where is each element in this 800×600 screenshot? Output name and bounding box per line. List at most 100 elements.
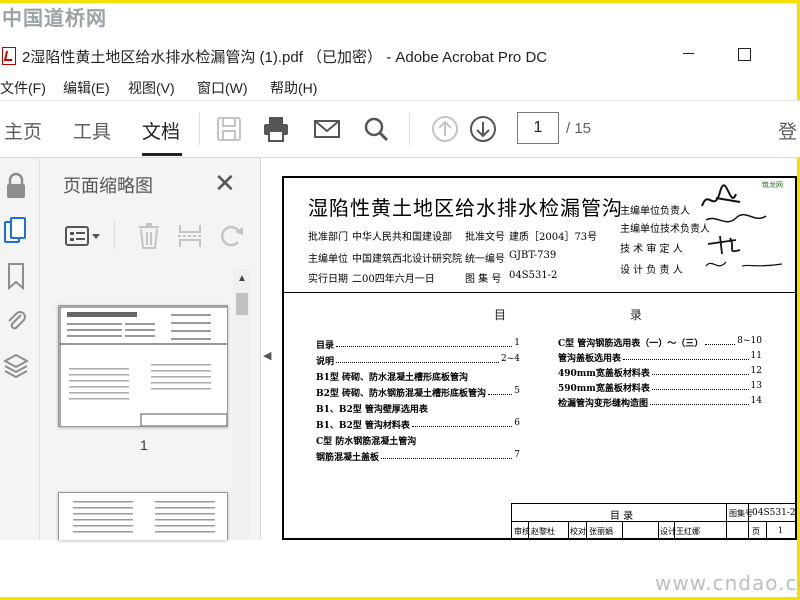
toc-entry-name: C型 管沟钢筋选用表（一）～（三） bbox=[558, 339, 704, 349]
search-icon[interactable] bbox=[362, 115, 390, 143]
app-window: 中国道桥网 2湿陷性黄土地区给水排水检漏管沟 (1).pdf （已加密） - A… bbox=[0, 0, 800, 600]
toc-entry-page: 8~10 bbox=[737, 336, 762, 346]
page-number-input[interactable]: 1 bbox=[517, 112, 559, 144]
menu-help[interactable]: 帮助(H) bbox=[270, 78, 317, 98]
role-label: 设 计 负 责 人 bbox=[620, 265, 683, 276]
toc-entry: B1型 砖砌、防水混凝土槽形底板管沟 bbox=[316, 370, 468, 383]
role-label: 主编单位负责人 bbox=[620, 206, 690, 217]
title-block-label: 图集号 bbox=[729, 509, 753, 518]
meta-value: 中华人民共和国建设部 bbox=[352, 232, 452, 243]
toc-entry: 490mm宽盖板材料表 bbox=[558, 366, 650, 379]
thumbnail-options-icon[interactable] bbox=[64, 224, 102, 248]
toc-entry-page: 13 bbox=[750, 381, 762, 391]
rule-line bbox=[284, 292, 795, 293]
tab-home[interactable]: 主页 bbox=[4, 117, 42, 144]
tab-tools[interactable]: 工具 bbox=[73, 117, 111, 144]
toc-entry-name: 490mm宽盖板材料表 bbox=[558, 369, 650, 379]
active-tab-indicator bbox=[142, 153, 182, 156]
maximize-button[interactable] bbox=[738, 48, 751, 61]
lock-icon[interactable] bbox=[3, 172, 29, 200]
toc-entry: C型 管沟钢筋选用表（一）～（三） bbox=[558, 336, 703, 349]
title-bar: 2湿陷性黄土地区给水排水检漏管沟 (1).pdf （已加密） - Adobe A… bbox=[0, 36, 800, 76]
meta-value: 建质［2004］73号 bbox=[509, 232, 598, 243]
title-block-value: 赵黎杜 bbox=[531, 527, 555, 536]
toc-entry-name: B1、B2型 管沟壁厚选用表 bbox=[316, 405, 428, 415]
thumbnails-scrollbar[interactable]: ▲ bbox=[233, 269, 251, 540]
rotate-icon[interactable] bbox=[218, 222, 246, 250]
role-label: 技 术 审 定 人 bbox=[620, 244, 683, 255]
toc-entry: B2型 砖砌、防水钢筋混凝土槽形底板管沟 bbox=[316, 386, 486, 399]
scrollbar-thumb[interactable] bbox=[236, 293, 248, 315]
toc-leader-dots bbox=[651, 382, 749, 390]
layers-icon[interactable] bbox=[2, 352, 30, 380]
meta-label: 批准部门 bbox=[308, 232, 348, 243]
save-icon[interactable] bbox=[215, 115, 243, 143]
next-page-icon[interactable] bbox=[469, 115, 497, 143]
toc-leader-dots bbox=[650, 397, 749, 405]
menu-file[interactable]: 文件(F) bbox=[0, 78, 46, 98]
toc-entry: B1、B2型 管沟壁厚选用表 bbox=[316, 402, 428, 415]
toc-entry: C型 防水钢筋混凝土管沟 bbox=[316, 434, 416, 447]
toc-leader-dots bbox=[411, 419, 513, 427]
menu-edit[interactable]: 编辑(E) bbox=[63, 78, 110, 98]
document-view: 筑龙网 湿陷性黄土地区给水排水检漏管沟 批准部门 中华人民共和国建设部 批准文号… bbox=[272, 158, 797, 540]
toc-entry-page: 7 bbox=[514, 450, 520, 460]
extract-pages-icon[interactable] bbox=[177, 222, 203, 250]
panel-title: 页面缩略图 bbox=[63, 176, 153, 196]
toc-entry-name: C型 防水钢筋混凝土管沟 bbox=[316, 437, 417, 447]
toc-entry-page: 12 bbox=[750, 366, 762, 376]
minimize-button[interactable] bbox=[681, 45, 697, 61]
print-icon[interactable] bbox=[262, 115, 290, 143]
prev-page-icon[interactable] bbox=[431, 115, 459, 143]
toc-leader-dots bbox=[705, 337, 736, 345]
toc-entry: B1、B2型 管沟材料表 bbox=[316, 418, 410, 431]
toc-leader-dots bbox=[336, 339, 513, 347]
toc-entry-name: 管沟盖板选用表 bbox=[558, 354, 622, 364]
toc-leader-dots bbox=[381, 451, 513, 459]
title-block-label: 审核 bbox=[514, 527, 530, 536]
menu-view[interactable]: 视图(V) bbox=[128, 78, 175, 98]
close-icon[interactable]: ✕ bbox=[214, 170, 236, 196]
title-block-value: 张丽娟 bbox=[589, 527, 613, 536]
bookmark-icon[interactable] bbox=[3, 262, 29, 291]
meta-label: 实行日期 bbox=[308, 274, 348, 285]
toc-entry-page: 2~4 bbox=[501, 354, 520, 364]
toc-entry-name: 钢筋混凝土盖板 bbox=[316, 453, 380, 463]
meta-label: 图 集 号 bbox=[465, 274, 502, 285]
toc-leader-dots bbox=[488, 387, 513, 395]
toc-leader-dots bbox=[651, 367, 749, 375]
toc-entry: 钢筋混凝土盖板 bbox=[316, 450, 379, 463]
thumbnail-page-2[interactable] bbox=[58, 492, 228, 540]
toc-entry-name: 说明 bbox=[316, 357, 335, 367]
pdf-icon bbox=[2, 47, 16, 65]
title-block-name: 目 录 bbox=[610, 511, 634, 522]
attachment-icon[interactable] bbox=[3, 306, 29, 334]
toc-entry: 管沟盖板选用表 bbox=[558, 351, 621, 364]
title-block-label: 设计 bbox=[660, 527, 676, 536]
scroll-up-icon[interactable]: ▲ bbox=[237, 273, 247, 284]
thumbnail-page-number: 1 bbox=[140, 437, 148, 453]
toc-entry-page: 1 bbox=[514, 338, 520, 348]
signatures bbox=[701, 184, 783, 267]
window-title: 2湿陷性黄土地区给水排水检漏管沟 (1).pdf （已加密） - Adobe A… bbox=[22, 49, 548, 66]
page-thumbnails-icon[interactable] bbox=[3, 216, 29, 244]
collapse-panel-icon[interactable]: ◀ bbox=[263, 349, 271, 362]
title-block-value: 王红娜 bbox=[676, 527, 700, 536]
thumbnail-page-1[interactable] bbox=[58, 305, 228, 427]
tab-document[interactable]: 文档 bbox=[142, 117, 180, 144]
menu-window[interactable]: 窗口(W) bbox=[197, 78, 248, 98]
toc-entry-page: 11 bbox=[750, 351, 762, 361]
toolbar: 主页 工具 文档 bbox=[0, 100, 800, 158]
sign-in-button[interactable]: 登 bbox=[778, 117, 797, 144]
toc-entry: 检漏管沟变形缝构造图 bbox=[558, 396, 648, 409]
toc-entry-name: 目录 bbox=[316, 341, 335, 351]
email-icon[interactable] bbox=[313, 115, 341, 143]
meta-label: 统一编号 bbox=[465, 254, 505, 265]
delete-icon[interactable] bbox=[136, 222, 162, 250]
toc-entry-name: B1型 砖砌、防水混凝土槽形底板管沟 bbox=[316, 373, 469, 383]
toc-entry: 590mm宽盖板材料表 bbox=[558, 381, 650, 394]
page-total: / 15 bbox=[566, 120, 592, 137]
toc-entry-page: 5 bbox=[514, 386, 520, 396]
divider bbox=[114, 220, 115, 250]
meta-label: 主编单位 bbox=[308, 254, 348, 265]
